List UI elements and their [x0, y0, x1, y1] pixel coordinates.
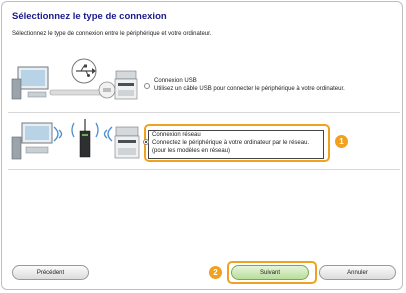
- network-radio[interactable]: [143, 139, 149, 145]
- page-subtitle: Sélectionnez le type de connexion entre …: [12, 31, 212, 37]
- router-icon: [71, 119, 99, 158]
- usb-option-label: Connexion USB: [154, 78, 197, 84]
- back-button[interactable]: Précédent: [12, 265, 89, 280]
- usb-icon: [71, 58, 97, 84]
- usb-radio[interactable]: [144, 83, 150, 89]
- printer-icon: [114, 126, 140, 159]
- usb-option-description: Utilisez un câble USB pour connecter le …: [154, 86, 345, 92]
- cancel-button[interactable]: Annuler: [319, 265, 396, 280]
- step1-badge: 1: [335, 135, 348, 148]
- network-option-row[interactable]: Connexion réseau Connectez le périphériq…: [8, 112, 400, 170]
- installer-window: Sélectionnez le type de connexion Sélect…: [1, 1, 403, 290]
- usb-option-row[interactable]: Connexion USB Utilisez un câble USB pour…: [8, 55, 400, 105]
- next-button[interactable]: Suivant: [231, 265, 309, 280]
- network-option-label: Connexion réseau: [152, 132, 201, 138]
- network-option-description: Connectez le périphérique à votre ordina…: [152, 140, 310, 146]
- wifi-icon: [53, 126, 63, 142]
- step2-badge: 2: [209, 266, 222, 279]
- printer-icon: [114, 70, 138, 100]
- computer-icon: [11, 66, 49, 100]
- page-title: Sélectionnez le type de connexion: [12, 11, 167, 22]
- network-option-note: (pour les modèles en réseau): [152, 148, 231, 154]
